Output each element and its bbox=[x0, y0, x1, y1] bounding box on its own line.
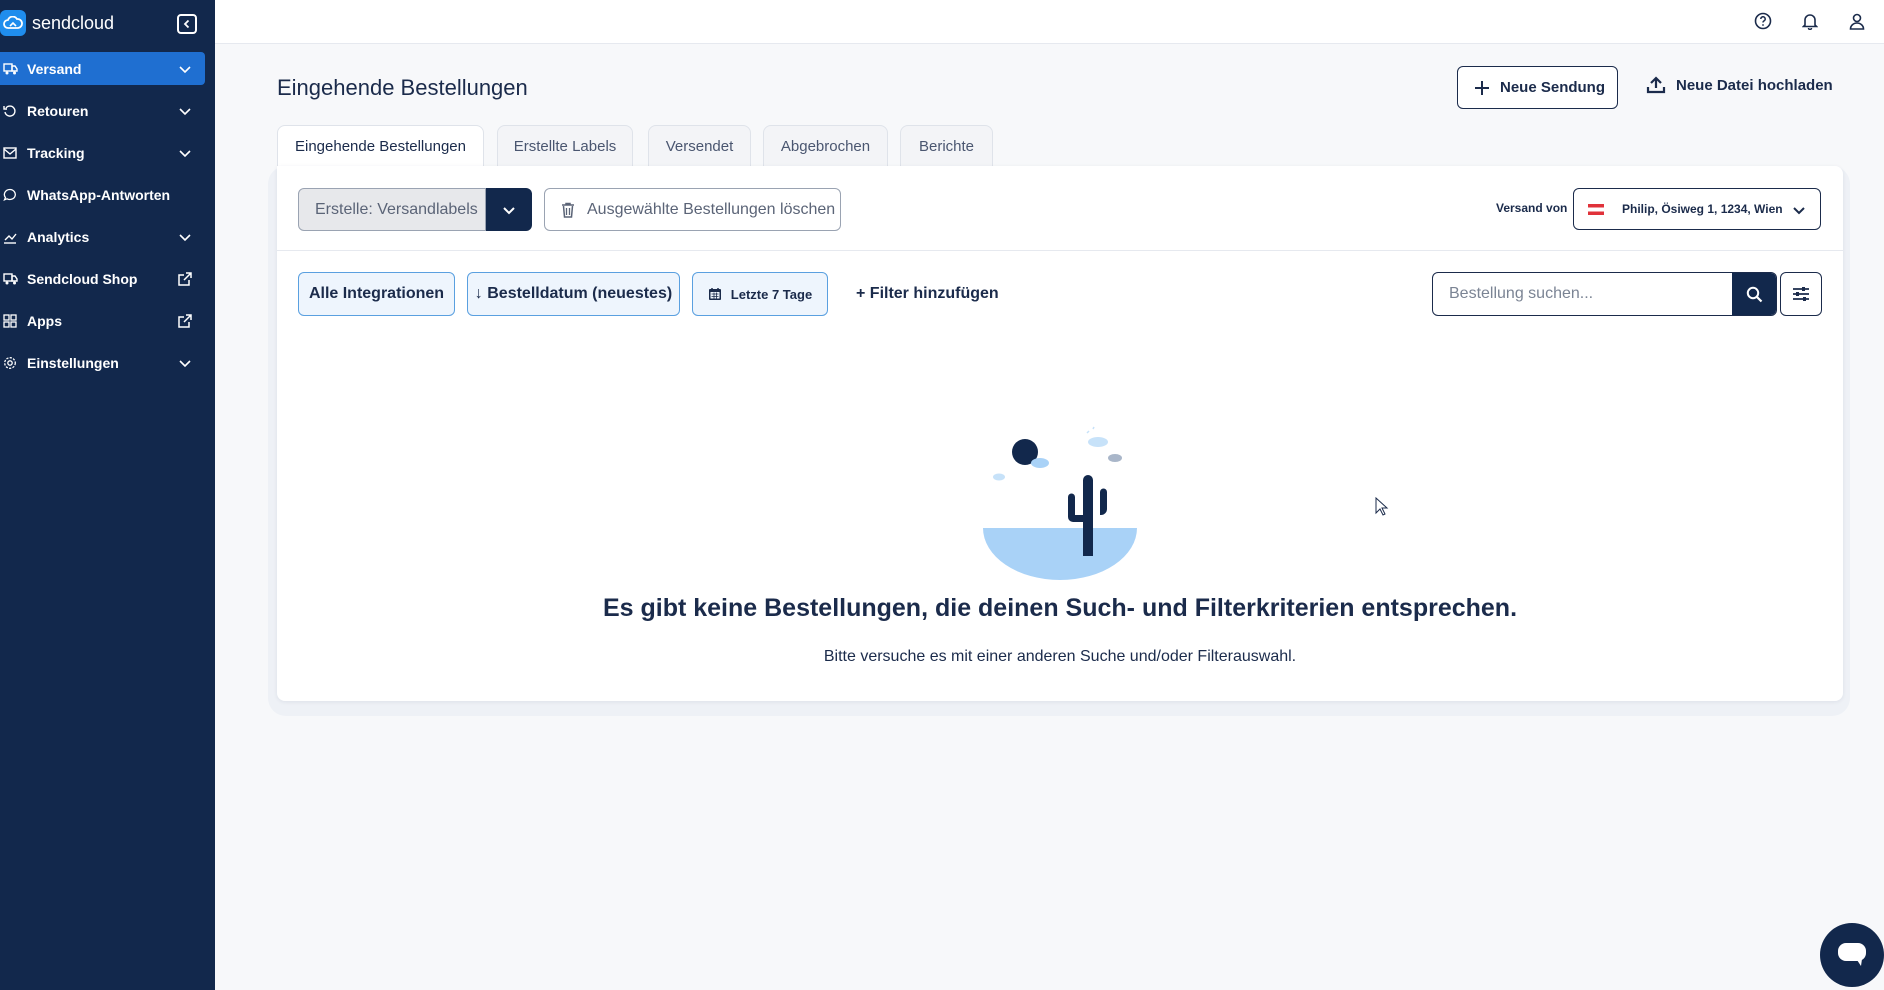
sidebar-item-label: Analytics bbox=[27, 228, 90, 245]
shop-icon bbox=[2, 271, 18, 287]
apps-icon bbox=[2, 313, 18, 329]
tab-label: Berichte bbox=[918, 138, 975, 155]
chevron-down-icon[interactable] bbox=[177, 355, 193, 371]
ship-from-label: Versand von bbox=[1496, 201, 1568, 215]
sidebar-item-label: Retouren bbox=[27, 102, 89, 119]
upload-icon bbox=[1646, 76, 1666, 94]
collapse-sidebar-icon[interactable] bbox=[177, 14, 197, 34]
search-button[interactable] bbox=[1732, 273, 1776, 315]
page-title: Eingehende Bestellungen bbox=[277, 75, 528, 100]
sidebar-item-label: Sendcloud Shop bbox=[27, 270, 138, 287]
truck-icon bbox=[2, 61, 18, 77]
empty-state-illustration bbox=[975, 425, 1145, 580]
tab-eingehende-bestellungen[interactable]: Eingehende Bestellungen bbox=[277, 125, 484, 167]
ship-from-select[interactable]: Philip, Ösiweg 1, 1234, Wien bbox=[1573, 188, 1821, 230]
mail-icon bbox=[2, 145, 18, 161]
sidebar-item-whatsapp[interactable]: WhatsApp-Antworten bbox=[0, 178, 205, 211]
tab-label: Erstellte Labels bbox=[513, 138, 617, 155]
sliders-icon bbox=[1793, 287, 1809, 301]
chevron-down-icon[interactable] bbox=[177, 61, 193, 77]
sidebar-item-versand[interactable]: Versand bbox=[0, 52, 205, 85]
chevron-down-icon[interactable] bbox=[177, 145, 193, 161]
sidebar-item-label: Apps bbox=[27, 312, 62, 329]
user-icon[interactable] bbox=[1847, 11, 1867, 31]
sidebar-item-sendcloud-shop[interactable]: Sendcloud Shop bbox=[0, 262, 205, 295]
chevron-down-icon[interactable] bbox=[177, 103, 193, 119]
integrations-filter-chip[interactable]: Alle Integrationen bbox=[298, 272, 455, 316]
delete-selected-label: Ausgewählte Bestellungen löschen bbox=[587, 200, 836, 218]
chat-icon bbox=[1838, 943, 1866, 966]
brand-name: sendcloud bbox=[32, 12, 115, 33]
sidebar-item-label: Versand bbox=[27, 60, 82, 77]
topbar bbox=[215, 0, 1884, 44]
sort-order-label: ↓ Bestelldatum (neuestes) bbox=[474, 285, 673, 302]
plus-icon bbox=[1475, 80, 1489, 95]
sidebar: sendcloud Versand Retouren Tracking What… bbox=[0, 0, 215, 990]
sidebar-item-analytics[interactable]: Analytics bbox=[0, 220, 205, 253]
upload-file-label: Neue Datei hochladen bbox=[1676, 76, 1833, 94]
create-labels-dropdown-button[interactable] bbox=[486, 188, 532, 231]
chevron-down-icon[interactable] bbox=[177, 229, 193, 245]
search-input[interactable] bbox=[1433, 273, 1732, 315]
tab-versendet[interactable]: Versendet bbox=[648, 125, 751, 167]
ship-from-value: Philip, Ösiweg 1, 1234, Wien bbox=[1622, 202, 1783, 216]
mouse-cursor-icon bbox=[1375, 497, 1389, 516]
tab-label: Versendet bbox=[665, 138, 734, 155]
external-link-icon bbox=[178, 272, 192, 286]
divider bbox=[277, 250, 1843, 251]
sidebar-item-retouren[interactable]: Retouren bbox=[0, 94, 205, 127]
sidebar-item-apps[interactable]: Apps bbox=[0, 304, 205, 337]
tab-berichte[interactable]: Berichte bbox=[900, 125, 993, 167]
return-icon bbox=[2, 103, 18, 119]
chevron-down-icon bbox=[503, 206, 515, 214]
tab-label: Abgebrochen bbox=[780, 138, 871, 155]
filter-settings-button[interactable] bbox=[1780, 272, 1822, 316]
sidebar-item-einstellungen[interactable]: Einstellungen bbox=[0, 346, 205, 379]
chat-bubble-icon bbox=[2, 187, 18, 203]
integrations-filter-label: Alle Integrationen bbox=[308, 285, 445, 302]
tab-label: Eingehende Bestellungen bbox=[295, 138, 466, 155]
create-labels-button[interactable]: Erstelle: Versandlabels bbox=[298, 188, 486, 231]
order-search bbox=[1432, 272, 1777, 316]
upload-file-button[interactable]: Neue Datei hochladen bbox=[1646, 76, 1833, 94]
chart-icon bbox=[2, 229, 18, 245]
empty-state-title: Es gibt keine Bestellungen, die deinen S… bbox=[602, 594, 1518, 622]
sidebar-nav: Versand Retouren Tracking WhatsApp-Antwo… bbox=[0, 52, 215, 388]
brand[interactable]: sendcloud bbox=[0, 0, 215, 46]
create-labels-label: Erstelle: Versandlabels bbox=[315, 200, 478, 218]
sidebar-item-label: Einstellungen bbox=[27, 354, 119, 371]
new-shipment-button[interactable]: Neue Sendung bbox=[1457, 66, 1618, 109]
tab-abgebrochen[interactable]: Abgebrochen bbox=[763, 125, 888, 167]
sort-order-chip[interactable]: ↓ Bestelldatum (neuestes) bbox=[467, 272, 680, 316]
tab-erstellte-labels[interactable]: Erstellte Labels bbox=[497, 125, 633, 167]
create-labels-split-button: Erstelle: Versandlabels bbox=[298, 188, 532, 231]
add-filter-button[interactable]: + Filter hinzufügen bbox=[856, 285, 999, 303]
sidebar-item-label: WhatsApp-Antworten bbox=[27, 186, 171, 203]
empty-state-subtitle: Bitte versuche es mit einer anderen Such… bbox=[823, 648, 1297, 665]
new-shipment-label: Neue Sendung bbox=[1500, 79, 1606, 96]
bell-icon[interactable] bbox=[1800, 11, 1820, 31]
chat-support-button[interactable] bbox=[1820, 923, 1884, 987]
delete-selected-button[interactable]: Ausgewählte Bestellungen löschen bbox=[544, 188, 841, 231]
gear-icon bbox=[2, 355, 18, 371]
sendcloud-logo-icon bbox=[0, 10, 26, 36]
austria-flag-icon bbox=[1588, 203, 1604, 215]
sidebar-item-label: Tracking bbox=[27, 144, 85, 161]
search-icon bbox=[1746, 286, 1762, 302]
date-range-chip[interactable]: Letzte 7 Tage bbox=[692, 272, 828, 316]
external-link-icon bbox=[178, 314, 192, 328]
calendar-icon bbox=[708, 288, 721, 300]
sidebar-item-tracking[interactable]: Tracking bbox=[0, 136, 205, 169]
help-icon[interactable] bbox=[1753, 11, 1773, 31]
trash-icon bbox=[562, 202, 574, 218]
chevron-down-icon bbox=[1793, 207, 1805, 215]
date-range-label: Letzte 7 Tage bbox=[730, 286, 813, 302]
